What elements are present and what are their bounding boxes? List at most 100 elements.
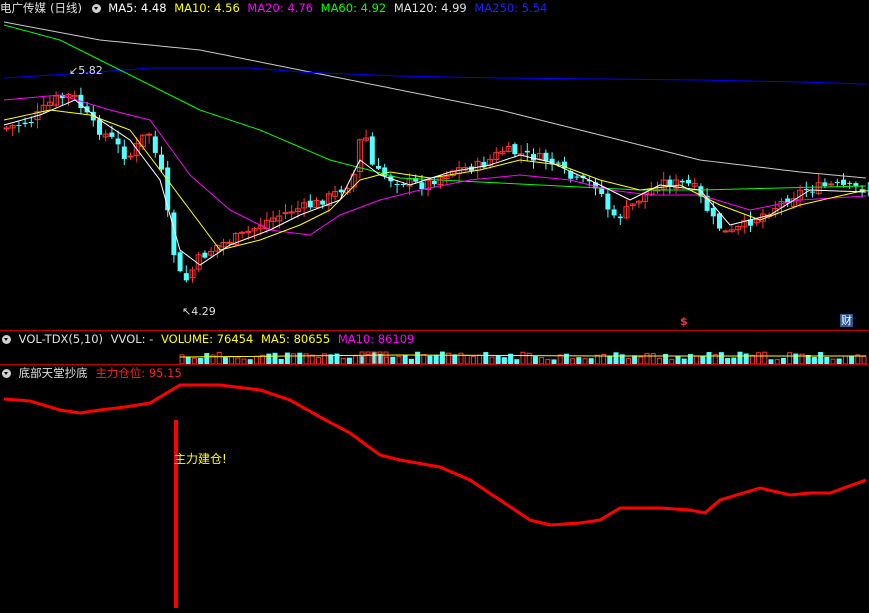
volume-bar [266,353,272,364]
volume-bar [204,353,210,364]
candle-body-down [307,200,313,208]
candle-body-down [555,162,561,164]
volume-bar [706,352,712,364]
cai-marker[interactable]: 财 [840,314,853,327]
volume-bar [613,352,619,364]
volume-bar [353,355,359,364]
candle-body-down [524,150,530,153]
high-price-label: ↙5.82 [69,64,103,77]
candle-body-down [16,125,22,127]
ma250-line [3,67,867,85]
candle-body-down [717,213,722,229]
candle-body-up [828,183,835,186]
volume-bar [700,356,706,364]
candle-body-down [115,138,121,145]
volume-bar [452,354,458,364]
volume-bar [284,352,290,364]
candle-body-down [159,154,164,170]
volume-bar [483,352,489,364]
signal-text: 主力建仓! [174,452,227,466]
high-price-value: 5.82 [78,64,103,77]
candle-body-down [686,179,691,184]
candle-body-down [667,179,673,187]
volume-bar [253,355,259,364]
candle-body-up [226,241,233,244]
volume-bar [787,352,793,364]
volume-bar [470,355,476,364]
volume-bar [415,351,421,364]
volume-bar [433,354,439,364]
volume-bar [365,354,371,364]
high-arrow-icon: ↙ [69,64,79,77]
volume-bar [309,354,315,364]
volume-bar [427,355,433,364]
volume-bar [849,356,855,364]
volume-bar [762,351,768,364]
volume-bar [632,355,638,364]
candle-body-down [841,179,846,185]
volume-panel[interactable]: VOL-TDX(5,10) VVOL: - VOLUME: 76454 MA5:… [0,331,869,364]
volume-bar [675,355,681,364]
candle-body-up [146,133,153,136]
volume-bar [638,356,644,364]
candle-body-up [245,230,252,233]
volume-bar [842,355,848,364]
volume-bar [749,354,755,364]
candle-body-down [320,200,326,205]
s-marker[interactable]: $ [680,315,688,328]
candle-body-down [376,165,381,169]
candle-body-up [288,211,295,214]
volume-bar [718,352,724,364]
candle-body-down [847,182,853,184]
volume-bar [402,354,408,364]
candle-body-down [605,193,611,210]
candle-body-down [183,273,189,281]
candle-body-up [722,230,729,233]
candle-body-down [177,252,183,272]
candle-body-down [822,182,828,187]
volume-bar [477,354,483,364]
candle-body-down [803,189,809,191]
candle-body-down [617,216,623,219]
volume-bar [818,352,824,364]
volume-bar [694,355,700,364]
candle-body-down [202,252,208,258]
volume-bar [396,355,402,364]
candle-body-down [338,189,344,193]
candle-body-down [431,180,437,185]
candle-body-down [121,146,127,159]
candle-body-down [152,136,158,153]
candle-body-down [543,152,549,161]
volume-bar [390,356,396,364]
candle-body-down [710,207,716,217]
indicator-panel[interactable]: 底部天堂抄底 主力仓位: 95.15 主力建仓! [0,365,869,613]
main-chart-panel[interactable]: 电广传媒 (日线) MA5: 4.48 MA10: 4.56 MA20: 4.76… [0,0,869,330]
volume-bar [179,354,185,364]
candle-body-down [165,167,171,211]
volume-bar [650,353,656,364]
low-arrow-icon: ↖ [182,305,192,318]
volume-bar [607,356,613,364]
volume-bar [526,352,532,364]
volume-bar [805,354,811,364]
ma60-line [3,24,867,191]
candle-body-down [394,184,400,186]
candle-body-down [28,121,34,123]
candle-body-down [611,209,617,216]
candle-body-down [810,191,815,193]
build-position-bar [174,420,178,608]
volume-bar [464,354,470,364]
candle-body-up [239,231,246,234]
volume-bar [365,351,371,364]
candle-body-up [3,127,10,130]
indicator-chart [3,383,867,608]
volume-bar [756,352,762,364]
volume-bar [216,351,222,364]
candle-body-down [400,184,406,186]
candlestick-chart[interactable] [0,0,869,330]
volume-bar [737,351,743,364]
candle-body-up [282,212,289,215]
volume-bar [644,352,650,364]
candle-body-down [109,132,115,137]
candle-body-down [97,119,102,135]
